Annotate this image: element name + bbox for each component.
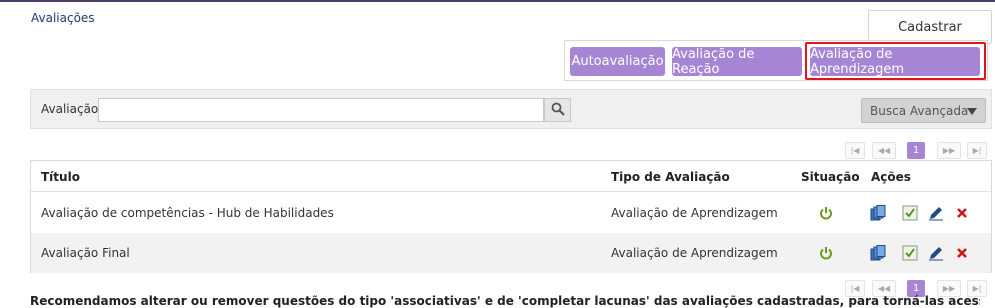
row-title: Avaliação de competências - Hub de Habil… [41, 206, 334, 220]
search-icon [551, 101, 565, 120]
column-situacao[interactable]: Situação [801, 170, 860, 184]
advanced-search-label: Busca Avançada [870, 103, 969, 118]
autoavaliacao-button[interactable]: Autoavaliação [570, 47, 665, 76]
caret-down-icon [967, 108, 977, 115]
avaliacao-de-aprendizagem-button[interactable]: Avaliação de Aprendizagem [810, 47, 980, 77]
pencil-icon[interactable] [927, 204, 945, 222]
cadastrar-button[interactable]: Cadastrar [868, 10, 992, 44]
accessibility-note: Recomendamos alterar ou remover questões… [30, 294, 980, 308]
search-label: Avaliação [41, 102, 99, 116]
page-title: Avaliações [31, 11, 95, 25]
power-icon[interactable] [817, 244, 835, 262]
pagination-top: |◀ ◀◀ 1 ▶▶ ▶| [843, 142, 988, 160]
column-tipo[interactable]: Tipo de Avaliação [611, 170, 730, 184]
evaluations-table: Título Tipo de Avaliação Situação Ações … [30, 160, 992, 273]
prev-page-icon[interactable]: ◀◀ [872, 142, 896, 159]
evaluation-type-group: Autoavaliação Avaliação de Reação Avalia… [564, 40, 988, 81]
table-row: Avaliação Final Avaliação de Aprendizage… [31, 233, 991, 273]
table-row: Avaliação de competências - Hub de Habil… [31, 193, 991, 233]
pencil-icon[interactable] [927, 244, 945, 262]
search-input[interactable] [98, 98, 544, 122]
table-header: Título Tipo de Avaliação Situação Ações [31, 161, 991, 192]
column-titulo[interactable]: Título [41, 170, 80, 184]
search-button[interactable] [544, 98, 571, 122]
power-icon[interactable] [817, 204, 835, 222]
last-page-icon[interactable]: ▶| [967, 142, 987, 159]
top-border [0, 0, 995, 2]
first-page-icon[interactable]: |◀ [845, 142, 865, 159]
delete-icon[interactable] [953, 204, 971, 222]
column-acoes: Ações [871, 170, 911, 184]
row-title: Avaliação Final [41, 246, 130, 260]
delete-icon[interactable] [953, 244, 971, 262]
search-panel: Avaliação Busca Avançada [30, 89, 992, 129]
avaliacao-de-reacao-button[interactable]: Avaliação de Reação [672, 47, 802, 77]
checklist-icon[interactable] [901, 204, 919, 222]
copy-icon[interactable] [869, 204, 887, 222]
next-page-icon[interactable]: ▶▶ [937, 142, 961, 159]
row-type: Avaliação de Aprendizagem [611, 246, 778, 260]
copy-icon[interactable] [869, 244, 887, 262]
advanced-search-button[interactable]: Busca Avançada [861, 98, 986, 123]
page-number[interactable]: 1 [907, 142, 925, 159]
checklist-icon[interactable] [901, 244, 919, 262]
row-type: Avaliação de Aprendizagem [611, 206, 778, 220]
